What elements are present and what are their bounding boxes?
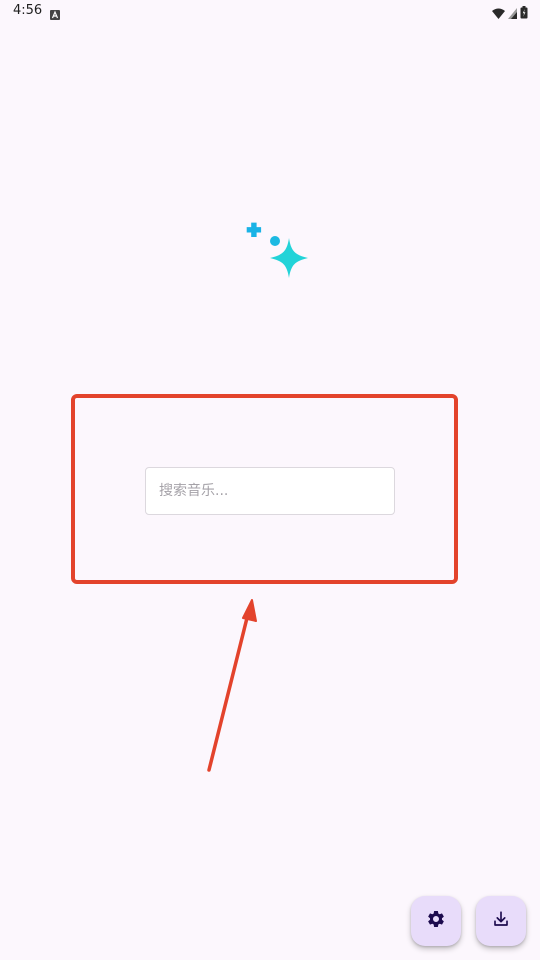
search-box[interactable] [145, 467, 395, 515]
search-input[interactable] [146, 468, 394, 514]
settings-button[interactable] [411, 896, 461, 946]
app-screen: 4:56 [0, 0, 540, 960]
download-button[interactable] [476, 896, 526, 946]
sparkle-icon [243, 218, 313, 282]
status-bar: 4:56 [0, 0, 540, 22]
download-icon [492, 910, 510, 932]
status-time: 4:56 [13, 3, 43, 18]
battery-icon [520, 4, 528, 23]
notification-a-icon [50, 5, 60, 20]
gear-icon [426, 909, 446, 933]
status-icons [492, 4, 528, 23]
wifi-icon [492, 4, 505, 23]
cell-signal-icon [508, 4, 517, 23]
